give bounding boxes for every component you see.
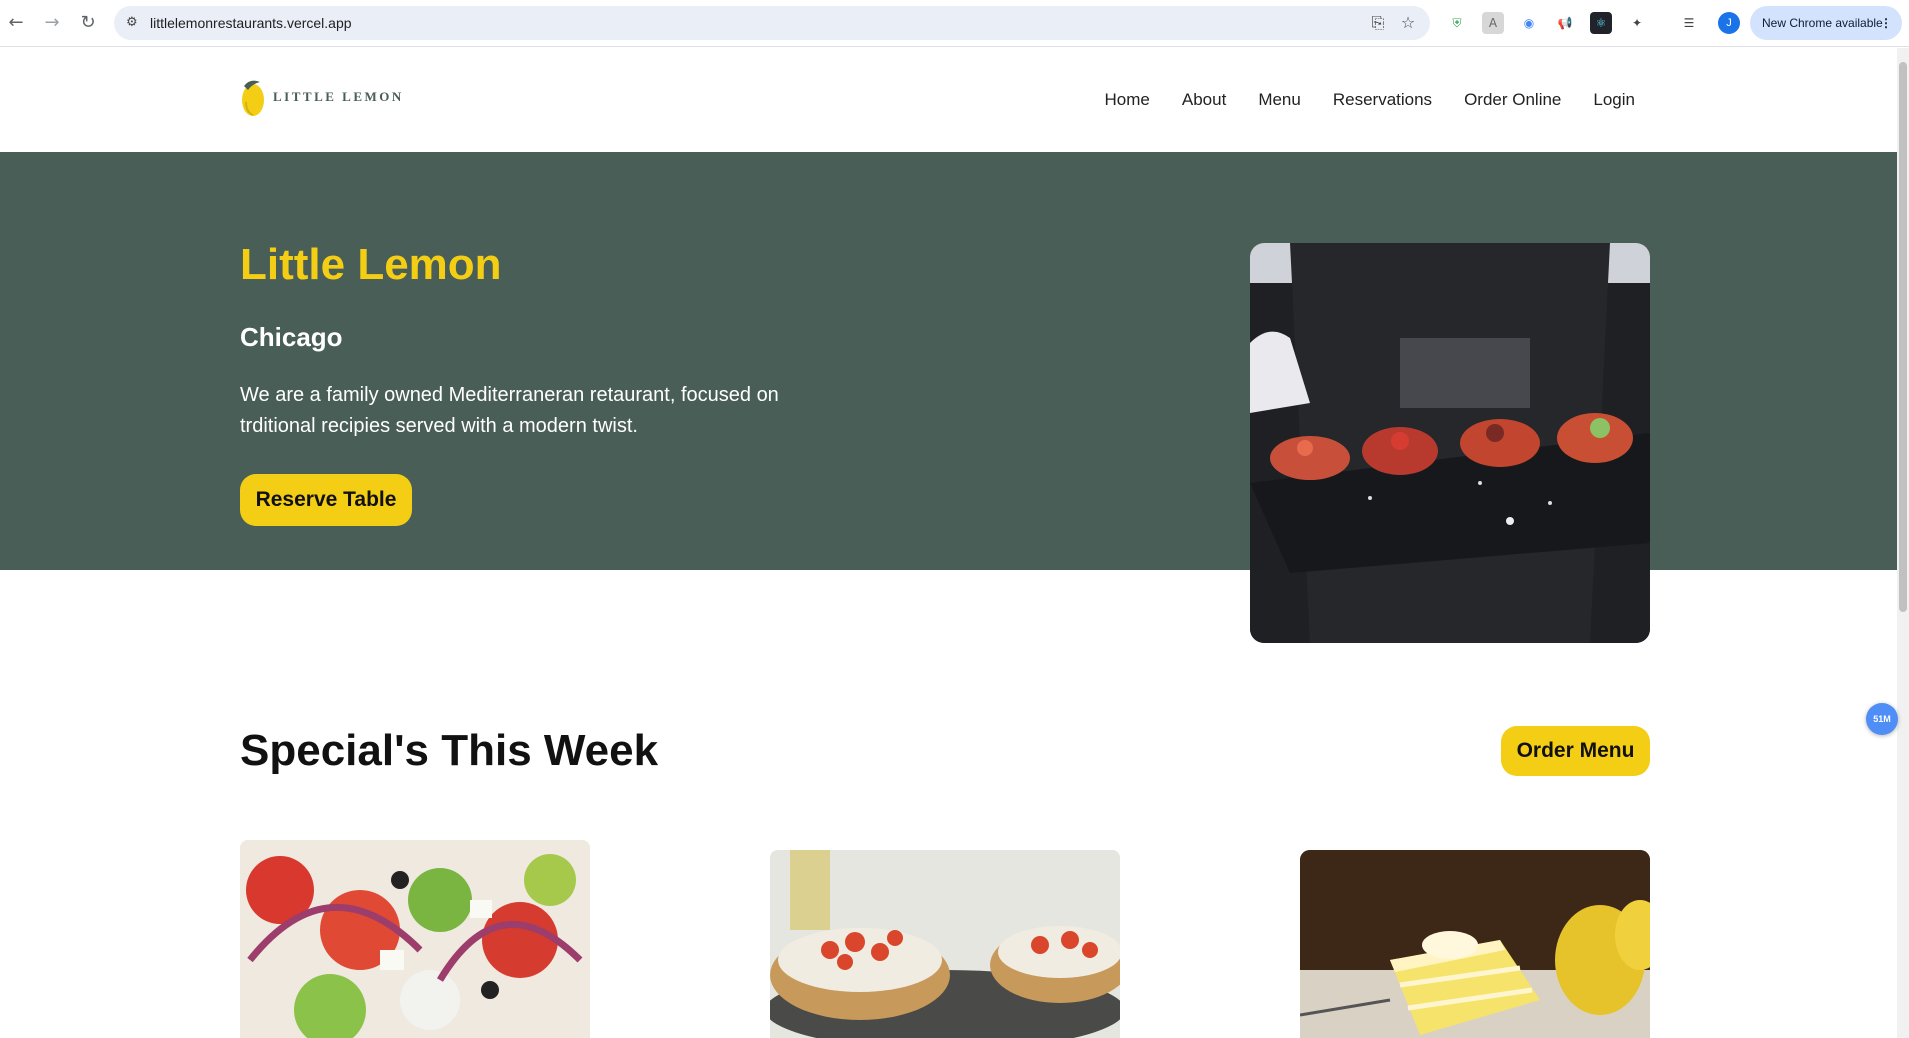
order-menu-button[interactable]: Order Menu: [1501, 726, 1650, 776]
menu-dots-icon[interactable]: ⋮: [1880, 6, 1892, 40]
hero-description: We are a family owned Mediterraneran ret…: [240, 384, 779, 437]
floating-badge[interactable]: 51M: [1866, 703, 1898, 735]
site-settings-icon[interactable]: ⚙: [126, 14, 144, 32]
translate-extension-icon[interactable]: A: [1482, 12, 1504, 34]
page-scrollbar[interactable]: [1897, 48, 1909, 1038]
profile-avatar[interactable]: J: [1718, 12, 1740, 34]
site-header: LITTLE LEMON Home About Menu Reservation…: [0, 48, 1897, 152]
reload-icon[interactable]: ↻: [76, 11, 100, 35]
hero-title: Little Lemon: [240, 240, 502, 289]
hero-food-image: [1250, 243, 1650, 643]
nav-home[interactable]: Home: [1105, 90, 1150, 110]
shield-extension-icon[interactable]: ⛨: [1446, 12, 1468, 34]
hero-subtitle: Chicago: [240, 322, 343, 352]
page-viewport: LITTLE LEMON Home About Menu Reservation…: [0, 48, 1897, 1038]
greek-salad-image: [240, 840, 590, 1038]
scrollbar-thumb[interactable]: [1899, 62, 1907, 612]
forward-icon[interactable]: →: [40, 11, 64, 35]
reading-list-icon[interactable]: ☰: [1678, 12, 1700, 34]
react-devtools-icon[interactable]: ⚛: [1590, 12, 1612, 34]
specials-title: Special's This Week: [240, 726, 659, 775]
nav-order-online[interactable]: Order Online: [1464, 90, 1561, 110]
bookmark-star-icon[interactable]: ☆: [1398, 13, 1418, 33]
megaphone-extension-icon[interactable]: 📢: [1554, 12, 1576, 34]
nav-about[interactable]: About: [1182, 90, 1226, 110]
logo-text: LITTLE LEMON: [273, 89, 404, 104]
main-nav: Home About Menu Reservations Order Onlin…: [1105, 90, 1635, 110]
url-text[interactable]: littlelemonrestaurants.vercel.app: [150, 15, 352, 31]
lemon-dessert-image: [1300, 850, 1650, 1038]
update-label: New Chrome available: [1762, 16, 1883, 30]
chrome-update-button[interactable]: New Chrome available ⋮: [1750, 6, 1902, 40]
nav-reservations[interactable]: Reservations: [1333, 90, 1432, 110]
nav-menu[interactable]: Menu: [1258, 90, 1301, 110]
lemon-logo-icon: [240, 76, 266, 118]
logo[interactable]: LITTLE LEMON: [240, 76, 404, 118]
back-icon[interactable]: ←: [4, 11, 28, 35]
bruschetta-image: [770, 850, 1120, 1038]
nav-login[interactable]: Login: [1593, 90, 1635, 110]
browser-toolbar: ← → ↻ ⚙ littlelemonrestaurants.vercel.ap…: [0, 0, 1909, 47]
reserve-table-button[interactable]: Reserve Table: [240, 474, 412, 526]
circle-extension-icon[interactable]: ◉: [1518, 12, 1540, 34]
address-bar[interactable]: ⚙ littlelemonrestaurants.vercel.app ⎘ ☆: [114, 6, 1430, 40]
install-app-icon[interactable]: ⎘: [1368, 13, 1388, 33]
extensions-puzzle-icon[interactable]: ✦: [1626, 12, 1648, 34]
